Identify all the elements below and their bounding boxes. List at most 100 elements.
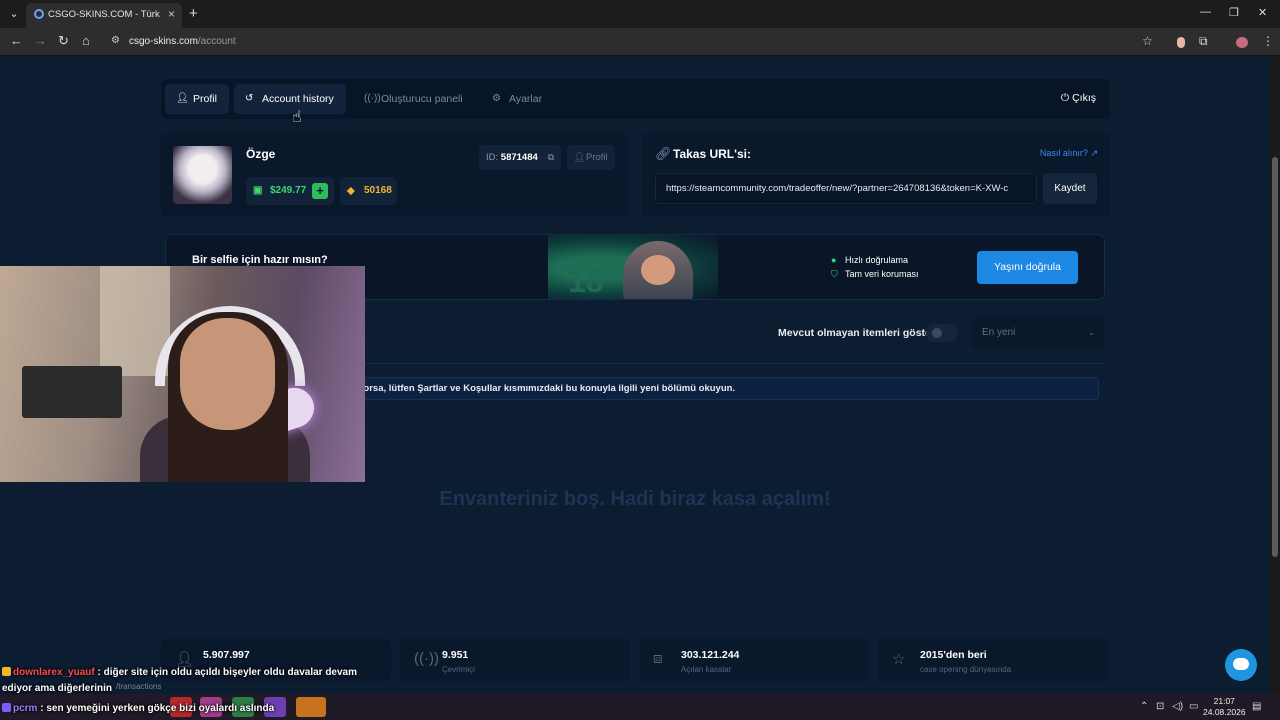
stat-label: Açılan kasalar: [681, 665, 732, 674]
webcam-printer: [22, 366, 122, 418]
reload-icon[interactable]: ↻: [58, 33, 69, 49]
mascot-figure: [623, 241, 693, 299]
support-chat-button[interactable]: [1225, 649, 1257, 681]
mascot-illustration: 18: [548, 235, 718, 299]
stat-cases-opened: ⧈ 303.121.244 Açılan kasalar: [639, 638, 869, 682]
star-icon: ☆: [892, 651, 906, 668]
forward-icon[interactable]: →: [34, 33, 47, 48]
tab-account-history[interactable]: ↺ Account history: [234, 84, 346, 114]
tray-chevron-icon[interactable]: ⌃: [1140, 701, 1148, 712]
chat-message: pcrm : sen yemeğini yerken gökçe bizi oy…: [2, 703, 274, 714]
address-bar[interactable]: ⚙ csgo-skins.com/account: [104, 31, 1164, 53]
browser-toolbar: ← → ↻ ⌂ ⚙ csgo-skins.com/account ☆ ⧉ ⋮: [0, 28, 1280, 56]
extension-icon[interactable]: [1177, 37, 1185, 48]
sort-value: En yeni: [982, 327, 1016, 338]
chat-badge-icon: [2, 703, 11, 712]
user-icon: 👤︎: [175, 651, 195, 668]
check-shield-icon: ●: [831, 255, 837, 265]
mascot-face: [641, 255, 675, 285]
tray-battery-icon[interactable]: ▭: [1189, 701, 1198, 712]
trade-url-input[interactable]: https://steamcommunity.com/tradeoffer/ne…: [655, 173, 1037, 204]
save-button[interactable]: Kaydet: [1043, 173, 1097, 204]
stat-value: 2015'den beri: [920, 649, 987, 661]
clock-date: 24.08.2026: [1203, 707, 1246, 717]
age-number: 18: [568, 263, 604, 299]
box-icon: ⧈: [653, 650, 663, 667]
id-label: ID:: [486, 152, 499, 163]
id-value: 5871484: [500, 152, 538, 163]
tab-label: Ayarlar: [509, 93, 543, 105]
profile-button-label: Profil: [586, 152, 608, 163]
minimize-icon[interactable]: —: [1200, 6, 1211, 18]
coins-value: 50168: [364, 185, 392, 196]
chat-username: pcrm: [13, 703, 38, 714]
stat-value: 9.951: [442, 649, 469, 661]
stat-value: 5.907.997: [203, 649, 250, 661]
account-tabs: 👤︎ Profil ↺ Account history ((·)) Oluştu…: [161, 79, 1110, 119]
feature-fast-verification: ● Hızlı doğrulama: [831, 255, 908, 265]
chat-icon: [1233, 658, 1249, 670]
notifications-icon[interactable]: ▤: [1252, 701, 1261, 712]
taskbar-clock[interactable]: 21:07 24.08.2026: [1203, 696, 1246, 718]
sort-select[interactable]: En yeni ⌄: [972, 317, 1105, 348]
balance-pill: ▣ $249.77 +: [246, 177, 334, 205]
stat-label: case opening dünyasında: [920, 665, 1012, 674]
tab-close-icon[interactable]: ×: [168, 7, 175, 21]
broadcast-icon: ((·)): [414, 650, 439, 667]
chat-text: : sen yemeğini yerken gökçe bizi oyalard…: [40, 703, 275, 714]
history-icon: ↺: [245, 93, 254, 104]
how-to-get-link[interactable]: Nasıl alınır? ↗: [1040, 148, 1098, 159]
mouse-cursor-icon: ☝︎: [292, 109, 302, 126]
power-icon: ⏻: [1060, 92, 1070, 104]
tab-settings[interactable]: ⚙ Ayarlar: [481, 84, 553, 114]
tab-label: Account history: [262, 93, 334, 105]
chat-username: downlarex_yuauf: [13, 667, 95, 678]
scrollbar-thumb[interactable]: [1272, 157, 1278, 557]
logout-button[interactable]: ⏻ Çıkış: [1061, 92, 1096, 105]
stat-value: 303.121.244: [681, 649, 740, 661]
view-profile-button[interactable]: 👤︎ Profil: [567, 145, 615, 170]
verify-age-button[interactable]: Yaşını doğrula: [977, 251, 1078, 284]
unavailable-items-label: Mevcut olmayan itemleri göster: [778, 327, 935, 339]
stat-online: ((·)) 9.951 Çevrimiçi: [400, 638, 630, 682]
browser-tab-title: CSGO-SKINS.COM - Türkiye'nin: [48, 9, 160, 20]
wallet-icon: ▣: [253, 185, 263, 196]
clock-time: 21:07: [1213, 696, 1235, 706]
url-host: csgo-skins.com: [129, 36, 198, 47]
webcam-overlay: [0, 266, 365, 482]
trade-url-title: Takas URL'si:: [673, 147, 751, 161]
tab-creator-panel[interactable]: ((·)) Oluşturucu paneli: [353, 84, 473, 114]
extensions-puzzle-icon[interactable]: ⧉: [1199, 34, 1208, 49]
profile-avatar-icon[interactable]: [1236, 37, 1248, 48]
new-tab-icon[interactable]: +: [189, 5, 198, 22]
tray-volume-icon[interactable]: ◁): [1172, 701, 1183, 712]
window-close-icon[interactable]: ✕: [1258, 6, 1267, 19]
unavailable-items-toggle[interactable]: [926, 324, 958, 342]
logout-label: Çıkış: [1072, 92, 1096, 104]
chat-badge-icon: [2, 667, 11, 676]
restore-icon[interactable]: ❐: [1229, 6, 1239, 19]
coins-pill: ⬥ 50168: [340, 177, 397, 205]
taskbar-app-icon[interactable]: [296, 697, 326, 717]
bookmark-star-icon[interactable]: ☆: [1142, 34, 1153, 48]
tab-profil[interactable]: 👤︎ Profil: [165, 84, 229, 114]
toggle-knob: [932, 328, 942, 338]
url-path: /account: [197, 36, 236, 47]
browser-tab[interactable]: CSGO-SKINS.COM - Türkiye'nin ×: [26, 3, 182, 28]
webcam-person-face: [180, 318, 275, 430]
browser-menu-icon[interactable]: ⋮: [1262, 34, 1274, 48]
tab-list-icon[interactable]: ⌄: [6, 6, 22, 22]
site-info-icon[interactable]: ⚙: [111, 35, 120, 46]
stat-label: Çevrimiçi: [442, 665, 475, 674]
back-icon[interactable]: ←: [10, 33, 23, 48]
tray-network-icon[interactable]: ⊡: [1156, 701, 1164, 712]
profile-card: Özge ▣ $249.77 + ⬥ 50168 ID: 5871484 ⧉ 👤…: [161, 133, 629, 217]
site-favicon-icon: [34, 9, 44, 19]
chat-text: : diğer site için oldu açıldı bişeyler o…: [97, 667, 358, 678]
home-icon[interactable]: ⌂: [82, 33, 90, 48]
page-scrollbar[interactable]: [1270, 57, 1280, 694]
copy-icon[interactable]: ⧉: [548, 145, 554, 170]
add-funds-button[interactable]: +: [312, 183, 328, 199]
gear-icon: ⚙: [492, 93, 501, 104]
feature-label: Tam veri koruması: [845, 269, 919, 279]
